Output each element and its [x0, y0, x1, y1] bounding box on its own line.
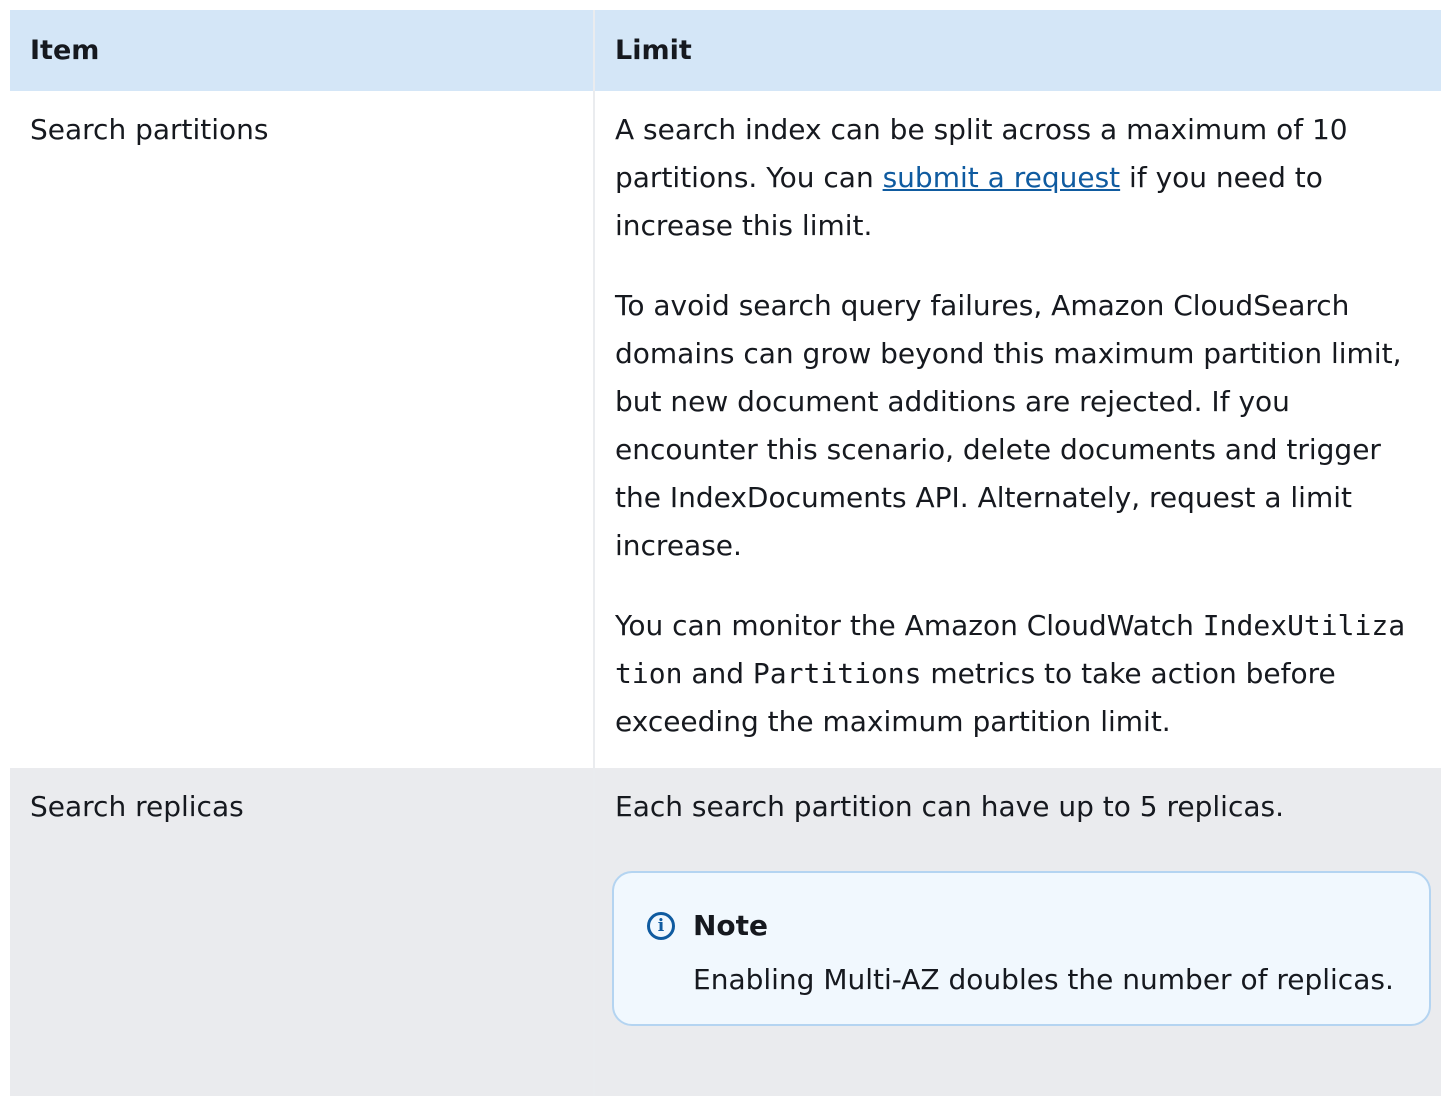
note-body: Enabling Multi-AZ doubles the number of …	[693, 963, 1394, 996]
limit-cell: Each search partition can have up to 5 r…	[593, 768, 1441, 1096]
note-title: Note	[693, 909, 769, 942]
table-header-row: Item Limit	[10, 10, 1441, 91]
submit-request-link[interactable]: submit a request	[883, 161, 1121, 194]
limit-cell: A search index can be split across a max…	[593, 91, 1441, 768]
note-box: i Note Enabling Multi-AZ doubles the num…	[612, 871, 1431, 1026]
table-row: Search replicas Each search partition ca…	[10, 768, 1441, 1096]
header-limit: Limit	[593, 10, 1441, 91]
header-item: Item	[10, 10, 594, 91]
table-row: Search partitions A search index can be …	[10, 91, 1441, 768]
info-icon: i	[647, 912, 675, 940]
item-cell: Search replicas	[10, 768, 594, 1096]
limits-table: Item Limit Search partitions A search in…	[10, 10, 1441, 1096]
partition-limit-paragraph: A search index can be split across a max…	[615, 113, 1348, 242]
monitor-paragraph: You can monitor the Amazon CloudWatch In…	[615, 609, 1406, 738]
partitions-metric: Partitions	[752, 657, 922, 690]
replica-limit-paragraph: Each search partition can have up to 5 r…	[615, 790, 1284, 823]
item-cell: Search partitions	[10, 91, 594, 768]
query-failure-paragraph: To avoid search query failures, Amazon C…	[615, 289, 1402, 562]
note-header: i Note	[647, 906, 1399, 946]
limits-table-container: Item Limit Search partitions A search in…	[10, 10, 1441, 1096]
